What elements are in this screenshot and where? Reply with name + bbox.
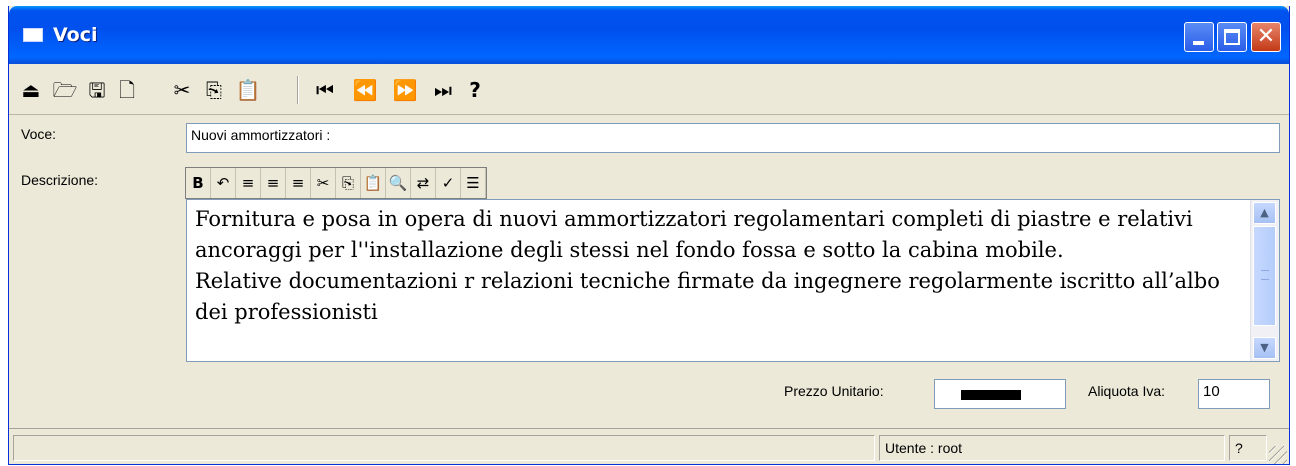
find-icon[interactable]: 🔍 [386, 168, 411, 198]
aliquota-input[interactable]: 10 [1198, 379, 1270, 409]
main-toolbar: ⏏ 🗁 🖫 🗋 ✂ ⎘ 📋 ⏮ ⏪ ⏩ ⏭ ? [9, 64, 1289, 115]
voce-label: Voce: [21, 126, 57, 142]
maximize-button[interactable] [1217, 22, 1247, 52]
new-document-icon[interactable]: 🗋 [115, 78, 139, 102]
minimize-button[interactable] [1184, 22, 1214, 52]
close-button[interactable]: ✕ [1251, 22, 1281, 52]
scroll-down-icon[interactable]: ▼ [1253, 337, 1276, 359]
redacted-value [961, 390, 1021, 400]
previous-record-icon[interactable]: ⏪ [351, 78, 379, 102]
scroll-up-icon[interactable]: ▲ [1253, 202, 1276, 224]
bullet-list-icon[interactable]: ☰ [461, 168, 486, 198]
copy-icon[interactable]: ⎘ [336, 168, 361, 198]
vertical-scrollbar[interactable]: ▲ ▼ [1250, 200, 1279, 361]
status-help: ? [1229, 435, 1267, 461]
first-record-icon[interactable]: ⏮ [311, 78, 339, 102]
minimize-icon [1193, 41, 1204, 45]
replace-icon[interactable]: ⇄ [411, 168, 436, 198]
descrizione-text: Fornitura e posa in opera di nuovi ammor… [195, 207, 1220, 324]
next-record-icon[interactable]: ⏩ [391, 78, 419, 102]
paste-icon[interactable]: 📋 [361, 168, 386, 198]
undo-icon[interactable]: ↶ [211, 168, 236, 198]
window-icon [23, 28, 43, 42]
cut-icon[interactable]: ✂ [169, 78, 195, 102]
title-bar[interactable]: Voci ✕ [9, 6, 1289, 64]
spellcheck-icon[interactable]: ✓ [436, 168, 461, 198]
align-right-icon[interactable]: ≡ [286, 168, 311, 198]
window-title: Voci [53, 24, 98, 46]
prezzo-label: Prezzo Unitario: [784, 383, 884, 399]
maximize-icon [1224, 29, 1240, 45]
last-record-icon[interactable]: ⏭ [429, 78, 457, 102]
voci-window: Voci ✕ ⏏ 🗁 🖫 🗋 ✂ ⎘ 📋 ⏮ ⏪ ⏩ ⏭ ? Voce: Nuo… [8, 6, 1290, 465]
open-folder-icon[interactable]: 🗁 [51, 78, 79, 102]
close-icon: ✕ [1256, 24, 1276, 49]
align-left-icon[interactable]: ≡ [236, 168, 261, 198]
status-panel [13, 435, 875, 461]
prezzo-input[interactable] [934, 379, 1066, 409]
grip-icon [1261, 270, 1269, 280]
status-user: Utente : root [879, 435, 1225, 461]
save-icon[interactable]: 🖫 [85, 78, 109, 102]
bold-icon[interactable]: B [186, 168, 211, 198]
toolbar-separator [297, 76, 299, 104]
descrizione-textarea[interactable]: Fornitura e posa in opera di nuovi ammor… [186, 199, 1280, 362]
scroll-thumb[interactable] [1253, 226, 1276, 326]
descrizione-label: Descrizione: [21, 172, 99, 188]
rich-text-toolbar: B ↶ ≡ ≡ ≡ ✂ ⎘ 📋 🔍 ⇄ ✓ ☰ [185, 167, 487, 199]
copy-icon[interactable]: ⎘ [201, 78, 227, 102]
resize-grip-icon[interactable] [1269, 446, 1287, 464]
status-bar: Utente : root ? [9, 428, 1289, 464]
voce-input[interactable]: Nuovi ammortizzatori : [186, 123, 1280, 153]
aliquota-label: Aliquota Iva: [1088, 383, 1166, 399]
export-icon[interactable]: ⏏ [19, 78, 43, 102]
help-button[interactable]: ? [465, 78, 485, 102]
align-center-icon[interactable]: ≡ [261, 168, 286, 198]
cut-icon[interactable]: ✂ [311, 168, 336, 198]
paste-icon[interactable]: 📋 [233, 78, 263, 102]
